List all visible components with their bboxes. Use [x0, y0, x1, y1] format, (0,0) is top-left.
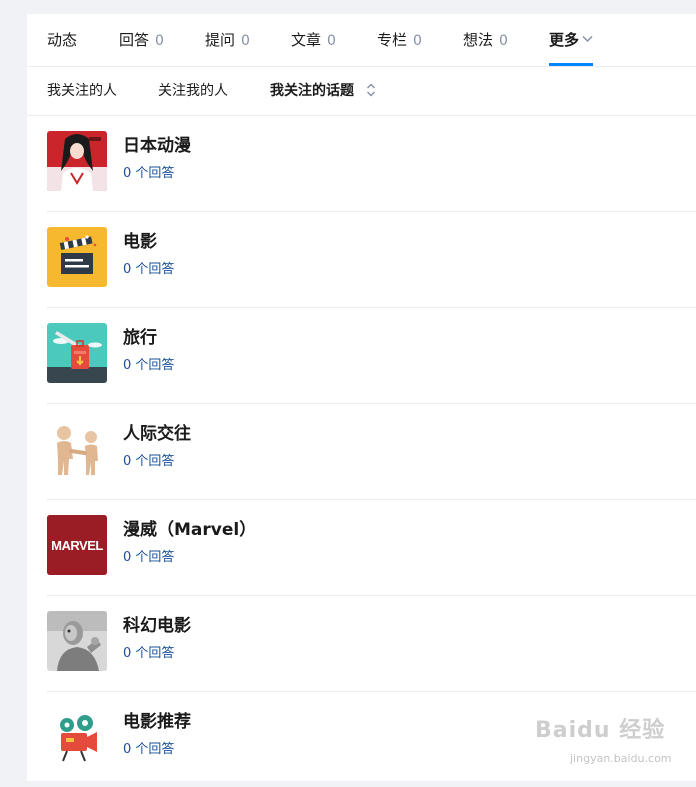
topic-title[interactable]: 日本动漫 [123, 131, 191, 156]
list-item: 旅行 0 个回答 [47, 308, 696, 404]
list-item: 科幻电影 0 个回答 [47, 596, 696, 692]
marvel-logo[interactable]: MARVEL [47, 515, 107, 575]
list-item: 电影 0 个回答 [47, 212, 696, 308]
profile-card: 动态 回答 0 提问 0 文章 0 专栏 0 想法 0 更多 我关注的人 关注我的人 我关… [27, 14, 696, 781]
tab-more[interactable]: 更多 [549, 14, 594, 66]
subtab-followed-topics[interactable]: 我关注的话题 [270, 67, 376, 115]
list-item: MARVEL 漫威（Marvel） 0 个回答 [47, 500, 696, 596]
tab-count: 0 [327, 33, 336, 49]
topic-title[interactable]: 科幻电影 [123, 611, 191, 636]
topic-title[interactable]: 旅行 [123, 323, 157, 348]
sub-tabs: 我关注的人 关注我的人 我关注的话题 [27, 67, 696, 116]
tab-activity[interactable]: 动态 [47, 14, 77, 66]
tab-label: 提问 [205, 31, 236, 49]
subtab-label: 我关注的人 [47, 83, 117, 99]
tab-label: 回答 [119, 31, 150, 49]
answer-count[interactable]: 0 个回答 [123, 546, 174, 565]
list-item: 日本动漫 0 个回答 [47, 116, 696, 212]
subtab-following[interactable]: 我关注的人 [47, 67, 117, 115]
topic-title[interactable]: 电影推荐 [123, 707, 191, 732]
answer-count[interactable]: 0 个回答 [123, 642, 174, 661]
list-item: 人际交往 0 个回答 [47, 404, 696, 500]
subtab-label: 关注我的人 [158, 83, 228, 99]
tab-questions[interactable]: 提问 0 [205, 14, 250, 66]
svg-text:MARVEL: MARVEL [51, 538, 103, 553]
chevron-down-icon [582, 35, 593, 43]
tab-thoughts[interactable]: 想法 0 [463, 14, 508, 66]
tab-label: 更多 [549, 31, 580, 49]
handshake-figures-image[interactable] [47, 419, 107, 479]
anime-girl-image[interactable] [47, 131, 107, 191]
answer-count[interactable]: 0 个回答 [123, 450, 174, 469]
subtab-followers[interactable]: 关注我的人 [158, 67, 228, 115]
sort-icon[interactable] [366, 83, 376, 97]
watermark-logo: Baidu 经验 [535, 718, 666, 743]
suitcase-airplane-icon[interactable] [47, 323, 107, 383]
tab-label: 文章 [291, 31, 322, 49]
topic-title[interactable]: 漫威（Marvel） [123, 515, 256, 540]
watermark-url: jingyan.baidu.com [570, 752, 672, 765]
subtab-label: 我关注的话题 [270, 83, 354, 99]
tab-count: 0 [413, 33, 422, 49]
tab-label: 想法 [463, 31, 494, 49]
tab-label: 专栏 [377, 31, 408, 49]
film-camera-icon[interactable] [47, 707, 107, 767]
tab-count: 0 [499, 33, 508, 49]
robot-image[interactable] [47, 611, 107, 671]
tab-columns[interactable]: 专栏 0 [377, 14, 422, 66]
topic-title[interactable]: 人际交往 [123, 419, 191, 444]
clapperboard-icon[interactable] [47, 227, 107, 287]
topic-title[interactable]: 电影 [123, 227, 157, 252]
topic-list: 日本动漫 0 个回答 电影 0 个回答 旅行 0 个回答 人际交往 0 个回答 … [47, 116, 696, 787]
tab-label: 动态 [47, 31, 78, 49]
tab-articles[interactable]: 文章 0 [291, 14, 336, 66]
tab-count: 0 [155, 33, 164, 49]
answer-count[interactable]: 0 个回答 [123, 162, 174, 181]
answer-count[interactable]: 0 个回答 [123, 354, 174, 373]
tab-answers[interactable]: 回答 0 [119, 14, 164, 66]
main-tabs: 动态 回答 0 提问 0 文章 0 专栏 0 想法 0 更多 [27, 14, 696, 67]
tab-count: 0 [241, 33, 250, 49]
answer-count[interactable]: 0 个回答 [123, 258, 174, 277]
answer-count[interactable]: 0 个回答 [123, 738, 174, 757]
